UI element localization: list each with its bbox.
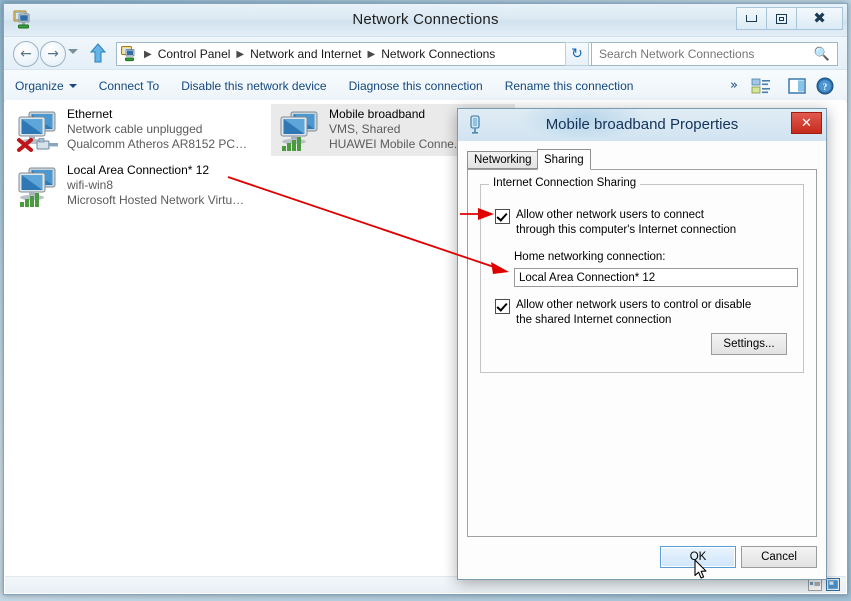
network-adapter-wireless-icon <box>275 107 327 153</box>
list-item[interactable]: Ethernet Network cable unplugged Qualcom… <box>9 104 253 156</box>
settings-button[interactable]: Settings... <box>711 333 787 355</box>
connection-name: Ethernet <box>67 107 249 122</box>
breadcrumb-control-panel[interactable]: Control Panel <box>156 47 233 61</box>
navigation-bar: ← → ▶ Control Panel ▶ Networ <box>4 37 847 70</box>
close-button[interactable]: ✖ <box>796 7 843 30</box>
refresh-icon: ↻ <box>571 46 583 62</box>
network-adapter-wireless-icon <box>13 163 65 209</box>
allow-control-label: Allow other network users to control or … <box>516 298 753 328</box>
home-networking-connection-value: Local Area Connection* 12 <box>519 272 655 284</box>
restore-icon <box>776 14 787 24</box>
dialog-title: Mobile broadband Properties <box>458 116 826 133</box>
window-controls: ✖ <box>736 7 843 30</box>
sharing-tab-panel: Internet Connection Sharing Allow other … <box>467 169 817 537</box>
window-title-bar: Network Connections ✖ <box>4 4 847 37</box>
mouse-cursor <box>694 559 708 580</box>
home-networking-connection-field[interactable]: Local Area Connection* 12 <box>514 268 798 287</box>
connection-device: Microsoft Hosted Network Virtual... <box>67 193 249 208</box>
preview-pane-icon[interactable] <box>786 76 808 96</box>
breadcrumb-network-connections[interactable]: Network Connections <box>379 47 497 61</box>
breadcrumb-separator: ▶ <box>236 49 244 60</box>
help-icon[interactable]: ? <box>814 76 836 96</box>
toolbar-right-group: » ? <box>721 76 847 96</box>
change-view-icon[interactable] <box>750 76 772 96</box>
up-one-level-button[interactable] <box>90 43 106 63</box>
organize-button[interactable]: Organize <box>4 70 88 101</box>
overflow-chevron-icon[interactable]: » <box>721 78 747 93</box>
tab-networking[interactable]: Networking <box>467 151 539 169</box>
restore-button[interactable] <box>766 7 797 30</box>
refresh-button[interactable]: ↻ <box>565 42 589 66</box>
network-adapter-disconnected-icon <box>13 107 65 153</box>
connection-name: Mobile broadband <box>329 107 464 122</box>
allow-connect-checkbox[interactable] <box>495 209 510 224</box>
rename-connection-button[interactable]: Rename this connection <box>494 70 645 101</box>
connection-name: Local Area Connection* 12 <box>67 163 249 178</box>
forward-button[interactable]: → <box>40 41 66 67</box>
diagnose-connection-button[interactable]: Diagnose this connection <box>338 70 494 101</box>
list-item[interactable]: Local Area Connection* 12 wifi-win8 Micr… <box>9 160 253 212</box>
organize-label: Organize <box>15 79 64 93</box>
group-legend: Internet Connection Sharing <box>489 177 640 189</box>
back-arrow-icon: ← <box>20 46 32 62</box>
dialog-title-bar: Mobile broadband Properties ✕ <box>458 109 826 142</box>
tab-sharing[interactable]: Sharing <box>537 149 591 170</box>
internet-connection-sharing-group: Internet Connection Sharing Allow other … <box>480 184 804 373</box>
allow-connect-label: Allow other network users to connect thr… <box>516 208 745 238</box>
home-networking-label: Home networking connection: <box>514 251 666 263</box>
allow-connect-checkbox-row[interactable]: Allow other network users to connect thr… <box>495 208 745 238</box>
back-button[interactable]: ← <box>13 41 39 67</box>
desktop-screenshot: Network Connections ✖ ← → <box>0 0 851 601</box>
connection-status: Network cable unplugged <box>67 122 249 137</box>
mobile-broadband-properties-dialog: Mobile broadband Properties ✕ Networking… <box>457 108 827 580</box>
window-title: Network Connections <box>4 11 847 28</box>
search-input[interactable]: Search Network Connections 🔍 <box>591 42 838 66</box>
disable-device-button[interactable]: Disable this network device <box>170 70 337 101</box>
list-item-text: Ethernet Network cable unplugged Qualcom… <box>65 107 249 156</box>
connection-status: wifi-win8 <box>67 178 249 193</box>
dialog-tabs: Networking Sharing <box>467 149 817 169</box>
allow-control-checkbox[interactable] <box>495 299 510 314</box>
search-icon: 🔍 <box>814 47 830 62</box>
breadcrumb-separator: ▶ <box>144 49 152 60</box>
large-icons-view-icon[interactable] <box>826 578 840 591</box>
cancel-button[interactable]: Cancel <box>741 546 817 568</box>
close-icon: ✖ <box>813 11 826 26</box>
dialog-body: Networking Sharing Internet Connection S… <box>458 141 826 579</box>
minimize-button[interactable] <box>736 7 767 30</box>
connect-to-button[interactable]: Connect To <box>88 70 171 101</box>
minimize-icon <box>746 15 757 22</box>
chevron-down-icon <box>69 84 77 88</box>
close-icon: ✕ <box>801 116 812 131</box>
allow-control-checkbox-row[interactable]: Allow other network users to control or … <box>495 298 753 328</box>
breadcrumb-network-and-internet[interactable]: Network and Internet <box>248 47 363 61</box>
recent-pages-chevron-icon[interactable] <box>68 49 78 54</box>
command-toolbar: Organize Connect To Disable this network… <box>4 70 847 102</box>
breadcrumb-separator: ▶ <box>368 49 376 60</box>
forward-arrow-icon: → <box>47 46 59 62</box>
search-placeholder: Search Network Connections <box>599 47 754 61</box>
svg-text:?: ? <box>823 82 828 92</box>
dialog-close-button[interactable]: ✕ <box>791 112 822 134</box>
address-bar-icon <box>121 46 137 62</box>
list-item-text: Mobile broadband VMS, Shared HUAWEI Mobi… <box>327 107 464 156</box>
connection-device: HUAWEI Mobile Conne... <box>329 137 464 152</box>
list-item-text: Local Area Connection* 12 wifi-win8 Micr… <box>65 163 249 212</box>
connection-device: Qualcomm Atheros AR8152 PCI-E... <box>67 137 249 152</box>
connection-status: VMS, Shared <box>329 122 464 137</box>
